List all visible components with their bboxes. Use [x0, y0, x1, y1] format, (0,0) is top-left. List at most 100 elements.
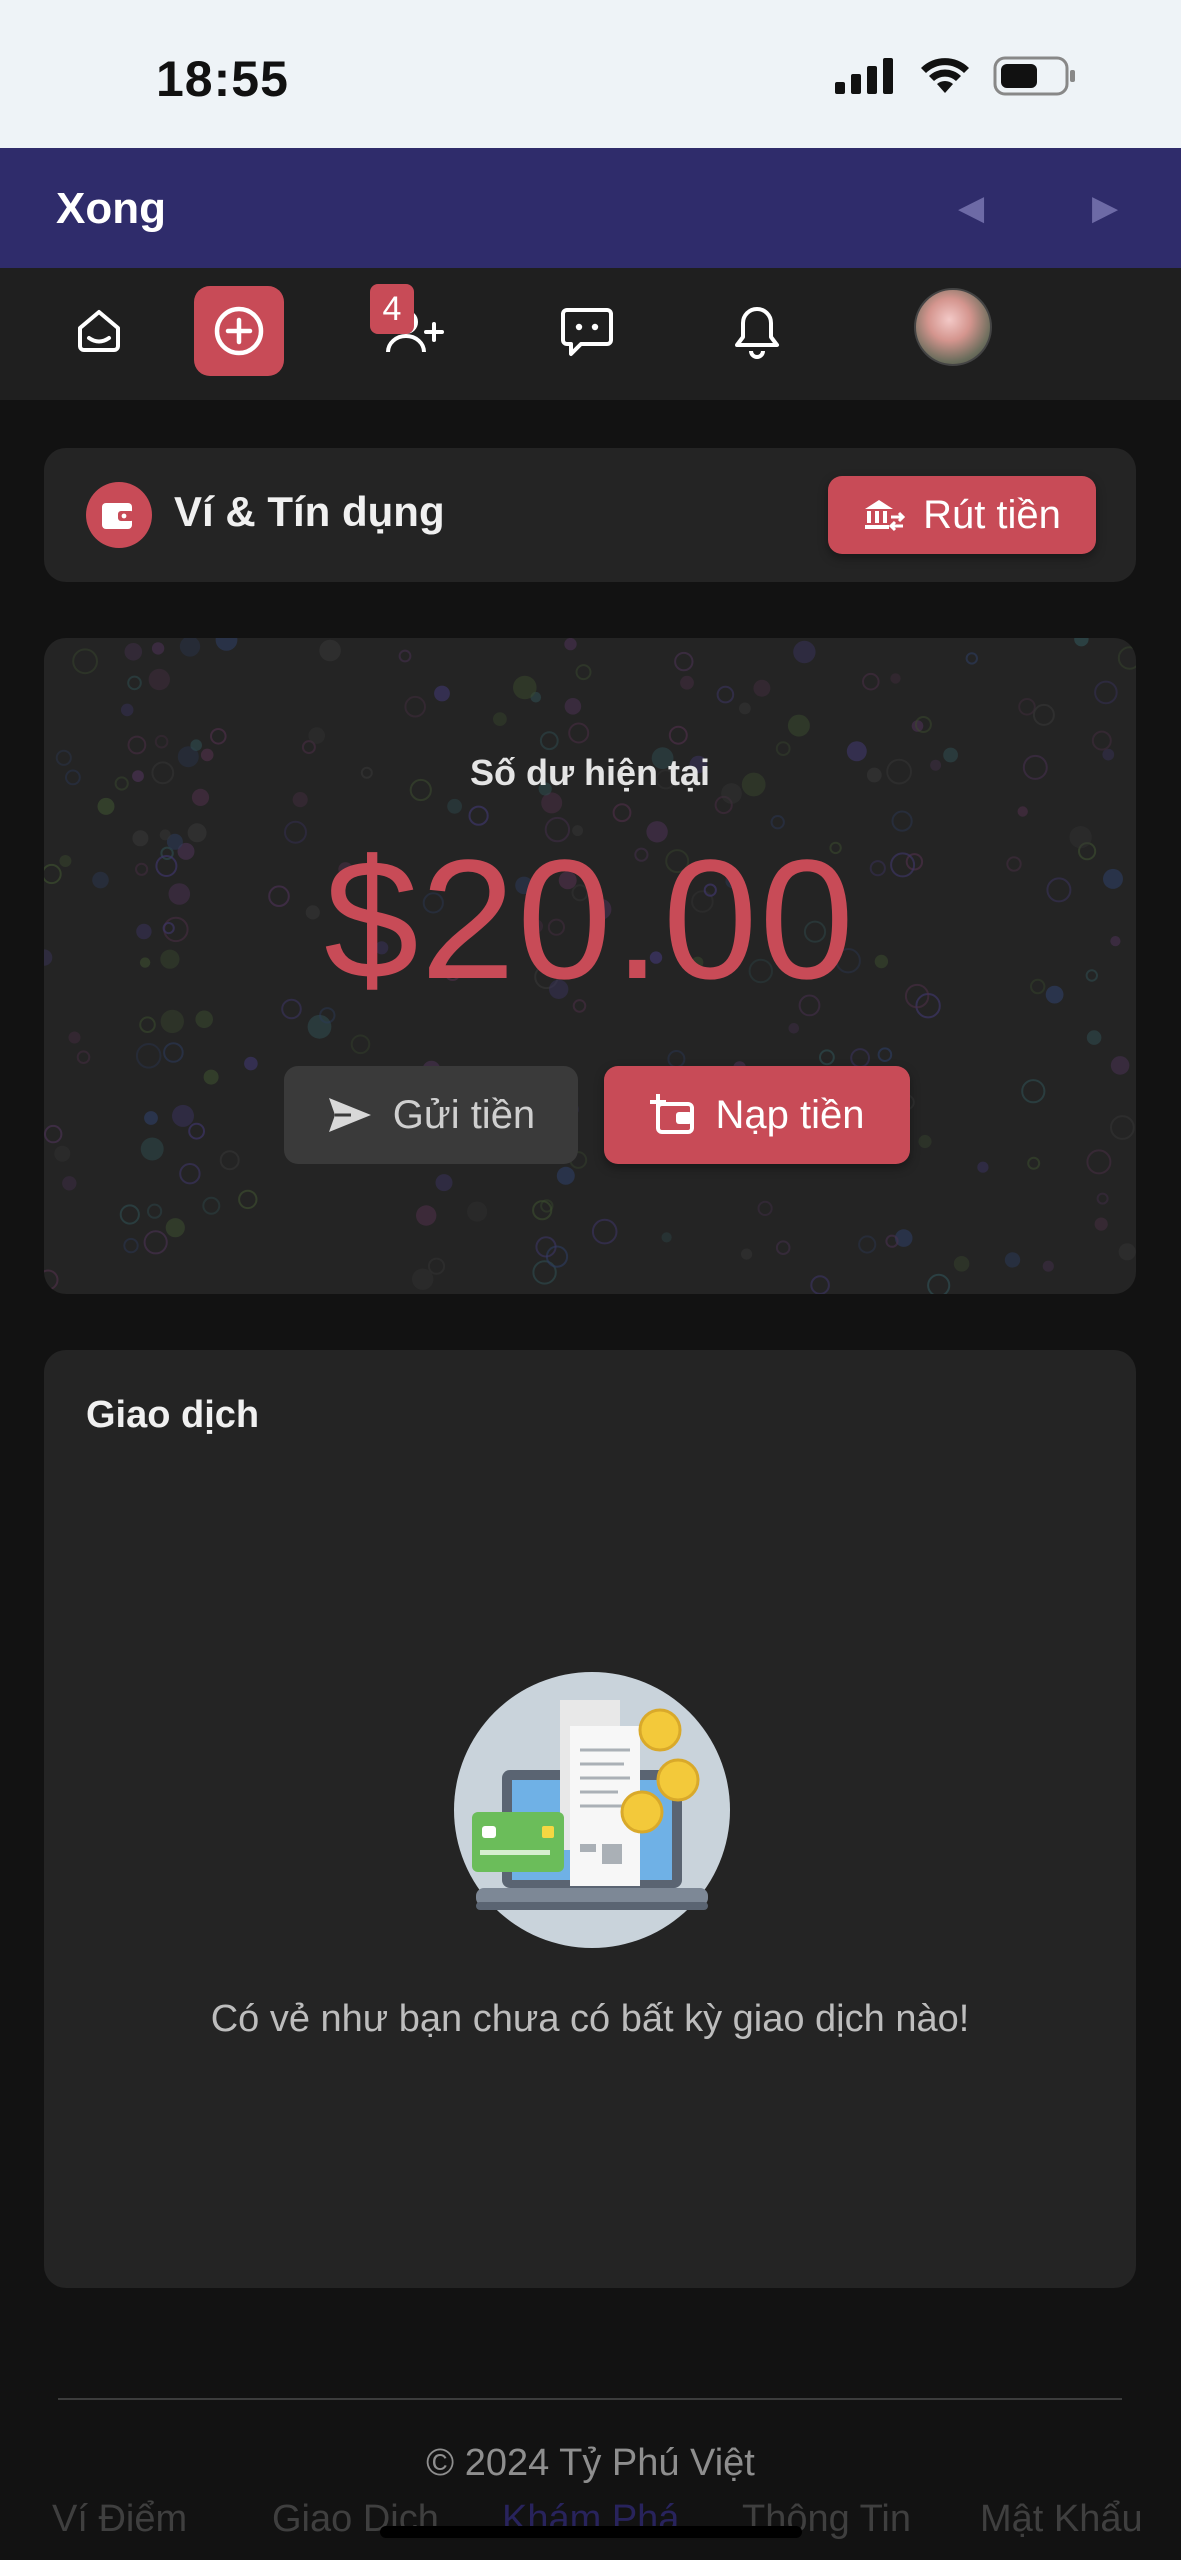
tab-vi-diem[interactable]: Ví Điểm: [52, 2498, 187, 2541]
decorative-dot: [244, 1056, 258, 1071]
decorative-dot: [775, 1240, 791, 1256]
decorative-dot: [568, 722, 590, 744]
status-bar: 18:55: [0, 0, 1181, 148]
nav-notifications[interactable]: [712, 286, 802, 376]
top-nav: 4: [0, 268, 1181, 400]
decorative-dot: [1118, 1243, 1136, 1261]
decorative-dot: [151, 642, 165, 655]
decorative-dot: [1027, 1156, 1041, 1170]
decorative-dot: [741, 1248, 753, 1260]
decorative-dot: [493, 712, 507, 726]
decorative-dot: [350, 1034, 371, 1055]
decorative-dot: [1110, 1056, 1130, 1075]
decorative-dot: [404, 695, 427, 718]
decorative-dot: [539, 731, 559, 751]
decorative-dot: [148, 668, 170, 691]
decorative-dot: [1091, 730, 1112, 751]
decorative-dot: [139, 1016, 156, 1034]
empty-transactions-message: Có vẻ như bạn chưa có bất kỳ giao dịch n…: [210, 1998, 970, 2040]
decorative-dot: [119, 1204, 140, 1225]
decorative-dot: [179, 1163, 201, 1185]
wallet-plus-icon: [649, 1094, 694, 1134]
decorative-dot: [564, 638, 577, 651]
decorative-dot: [1096, 1192, 1109, 1205]
decorative-dot: [238, 1189, 258, 1210]
decorative-dot: [154, 734, 169, 749]
decorative-dot: [447, 798, 462, 814]
decorative-dot: [977, 1161, 989, 1173]
withdraw-label: Rút tiền: [923, 492, 1061, 537]
nav-home[interactable]: [54, 286, 144, 376]
decorative-dot: [680, 675, 694, 690]
decorative-dot: [215, 638, 238, 651]
decorative-dot: [127, 735, 147, 755]
decorative-dot: [513, 675, 537, 700]
wifi-icon: [921, 58, 969, 93]
decorative-dot: [739, 702, 751, 715]
empty-transactions-illustration: [454, 1672, 730, 1948]
send-money-label: Gửi tiền: [392, 1092, 536, 1137]
nav-create[interactable]: [194, 286, 284, 376]
decorative-dot: [68, 1031, 81, 1044]
previous-field-button[interactable]: ◀: [958, 188, 984, 228]
balance-card: Số dư hiện tại $20.00 Gửi tiền Nạp tiền: [44, 638, 1136, 1294]
home-icon: [78, 310, 120, 352]
status-icons: [835, 56, 1077, 96]
next-field-button[interactable]: ▶: [1092, 188, 1118, 228]
decorative-dot: [308, 727, 326, 744]
wallet-header-card: Ví & Tín dụng Rút tiền: [44, 448, 1136, 582]
tab-mat-khau[interactable]: Mật Khẩu: [980, 2498, 1143, 2541]
send-money-button[interactable]: Gửi tiền: [284, 1066, 578, 1164]
decorative-dot: [965, 652, 978, 665]
decorative-dot: [165, 1218, 185, 1238]
decorative-dot: [292, 792, 308, 808]
plus-circle-icon: [214, 306, 264, 356]
decorative-dot: [143, 1230, 168, 1255]
decorative-dot: [203, 1069, 219, 1085]
decorative-dot: [434, 685, 450, 702]
decorative-dot: [427, 1257, 446, 1275]
decorative-dot: [575, 664, 592, 681]
decorative-dot: [1004, 1252, 1021, 1268]
decorative-dot: [541, 792, 563, 814]
avatar[interactable]: [914, 288, 992, 366]
top-up-button[interactable]: Nạp tiền: [604, 1066, 910, 1164]
decorative-dot: [416, 1205, 437, 1226]
decorative-dot: [210, 728, 227, 745]
nav-messages[interactable]: [542, 286, 632, 376]
decorative-dot: [44, 1124, 63, 1144]
decorative-dot: [163, 1042, 184, 1063]
decorative-dot: [661, 1232, 672, 1243]
decorative-dot: [123, 1237, 139, 1254]
decorative-dot: [862, 672, 880, 691]
decorative-dot: [1110, 1115, 1135, 1140]
balance-label: Số dư hiện tại: [469, 752, 711, 793]
bell-icon: [735, 307, 779, 359]
transactions-title: Giao dịch: [86, 1394, 260, 1436]
decorative-dot: [918, 1134, 932, 1149]
friend-requests-badge: 4: [370, 284, 414, 334]
decorative-dot: [219, 1150, 240, 1171]
decorative-dot: [127, 675, 142, 691]
battery-icon: [993, 56, 1075, 96]
decorative-dot: [62, 1176, 77, 1191]
decorative-dot: [674, 651, 694, 672]
wallet-icon: [86, 482, 152, 548]
decorative-dot: [556, 1166, 575, 1185]
done-button[interactable]: Xong: [56, 184, 166, 234]
decorative-dot: [810, 1275, 830, 1294]
decorative-dot: [147, 1203, 163, 1219]
decorative-dot: [753, 679, 771, 697]
decorative-dot: [612, 803, 632, 823]
decorative-dot: [1086, 1149, 1112, 1175]
decorative-dot: [793, 640, 816, 664]
wallet-title: Ví & Tín dụng: [174, 488, 445, 535]
decorative-dot: [135, 1043, 162, 1069]
footer-divider: [58, 2398, 1122, 2400]
decorative-dot: [668, 725, 688, 745]
decorative-dot: [144, 1111, 158, 1125]
decorative-dot: [97, 797, 115, 815]
decorative-dot: [54, 1145, 71, 1162]
decorative-dot: [953, 1256, 970, 1272]
withdraw-button[interactable]: Rút tiền: [828, 476, 1096, 554]
